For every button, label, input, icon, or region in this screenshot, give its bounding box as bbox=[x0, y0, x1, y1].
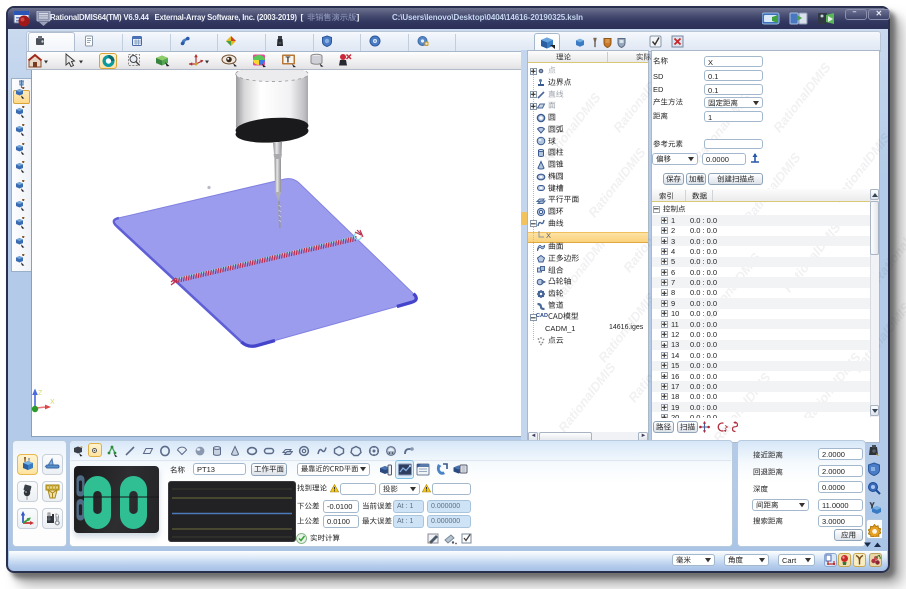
svg-text:T: T bbox=[286, 56, 291, 65]
svg-text:X: X bbox=[50, 399, 55, 406]
svg-text:Z: Z bbox=[38, 390, 43, 397]
